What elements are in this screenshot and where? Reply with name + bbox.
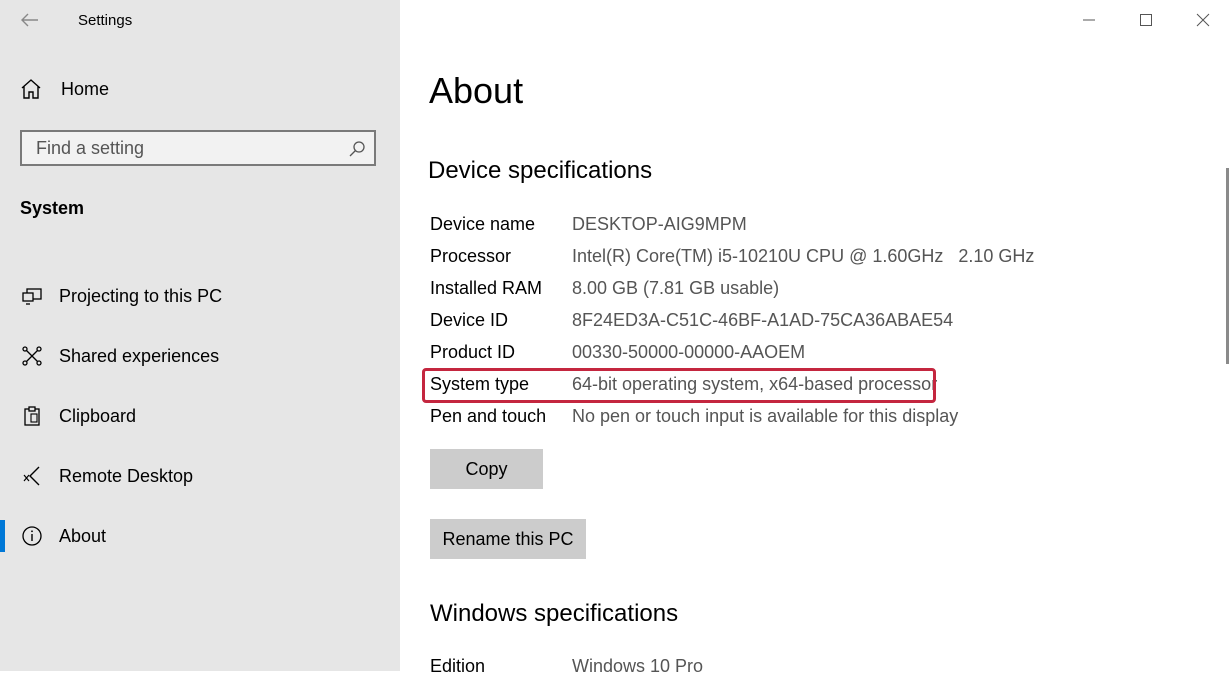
search-input[interactable] (22, 132, 332, 164)
spec-label: Processor (430, 246, 512, 266)
close-icon (1196, 13, 1210, 27)
shared-experiences-icon (20, 344, 44, 368)
highlight-box (422, 368, 936, 403)
main-content: About Device specifications Device name … (400, 0, 1232, 676)
sidebar-item-label: Projecting to this PC (59, 285, 223, 306)
minimize-icon (1083, 19, 1095, 21)
sidebar-item-about[interactable]: About (0, 514, 400, 558)
selected-indicator (0, 520, 5, 552)
remote-desktop-icon (20, 464, 44, 488)
spec-label: Installed RAM (430, 278, 543, 298)
sidebar-item-label: Remote Desktop (59, 465, 194, 486)
spec-value: No pen or touch input is available for t… (572, 406, 959, 426)
spec-value: Intel(R) Core(TM) i5-10210U CPU @ 1.60GH… (572, 246, 1035, 266)
sidebar-item-label: About (59, 525, 107, 546)
clipboard-icon (20, 404, 44, 428)
spec-label: Device name (430, 214, 536, 234)
spec-row-pen-and-touch: Pen and touch No pen or touch input is a… (430, 402, 1130, 434)
spec-value: 00330-50000-00000-AAOEM (572, 342, 806, 362)
nav-home-label: Home (61, 78, 110, 99)
nav-home[interactable]: Home (20, 78, 109, 100)
info-icon (20, 524, 44, 548)
rename-pc-button[interactable]: Rename this PC (430, 519, 586, 559)
sidebar-item-label: Shared experiences (59, 345, 220, 366)
spec-value: 8F24ED3A-C51C-46BF-A1AD-75CA36ABAE54 (572, 310, 954, 330)
back-button[interactable] (18, 8, 42, 32)
device-specs-heading: Device specifications (428, 157, 653, 184)
sidebar: Settings Home System Projecting to this … (0, 0, 400, 671)
spec-value: Windows 10 Pro (572, 656, 704, 676)
spec-row-installed-ram: Installed RAM 8.00 GB (7.81 GB usable) (430, 274, 1130, 306)
sidebar-item-shared-experiences[interactable]: Shared experiences (0, 334, 400, 378)
sidebar-item-clipboard[interactable]: Clipboard (0, 394, 400, 438)
spec-row-device-id: Device ID 8F24ED3A-C51C-46BF-A1AD-75CA36… (430, 306, 1130, 338)
scrollbar-thumb[interactable] (1226, 168, 1229, 364)
minimize-button[interactable] (1077, 8, 1101, 32)
sidebar-item-projecting[interactable]: Projecting to this PC (0, 274, 400, 318)
maximize-icon (1140, 14, 1152, 26)
spec-row-processor: Processor Intel(R) Core(TM) i5-10210U CP… (430, 242, 1130, 274)
spec-row-product-id: Product ID 00330-50000-00000-AAOEM (430, 338, 1130, 370)
maximize-button[interactable] (1134, 8, 1158, 32)
spec-label: Pen and touch (430, 406, 547, 426)
back-arrow-icon (21, 13, 38, 27)
spec-row-edition: Edition Windows 10 Pro (430, 652, 1130, 684)
search-icon[interactable] (348, 140, 366, 158)
app-title: Settings (78, 12, 133, 29)
spec-row-device-name: Device name DESKTOP-AIG9MPM (430, 210, 1130, 242)
spec-value: DESKTOP-AIG9MPM (572, 214, 747, 234)
home-icon (21, 79, 41, 99)
page-title: About (429, 70, 524, 111)
spec-label: Device ID (430, 310, 509, 330)
projector-icon (20, 284, 44, 308)
copy-button[interactable]: Copy (430, 449, 543, 489)
spec-label: Product ID (430, 342, 516, 362)
section-header-system: System (20, 198, 85, 218)
spec-label: Edition (430, 656, 486, 676)
sidebar-item-label: Clipboard (59, 405, 137, 426)
sidebar-item-remote-desktop[interactable]: Remote Desktop (0, 454, 400, 498)
close-button[interactable] (1191, 8, 1215, 32)
search-box[interactable] (20, 130, 376, 166)
windows-specs-heading: Windows specifications (430, 600, 679, 627)
spec-value: 8.00 GB (7.81 GB usable) (572, 278, 780, 298)
